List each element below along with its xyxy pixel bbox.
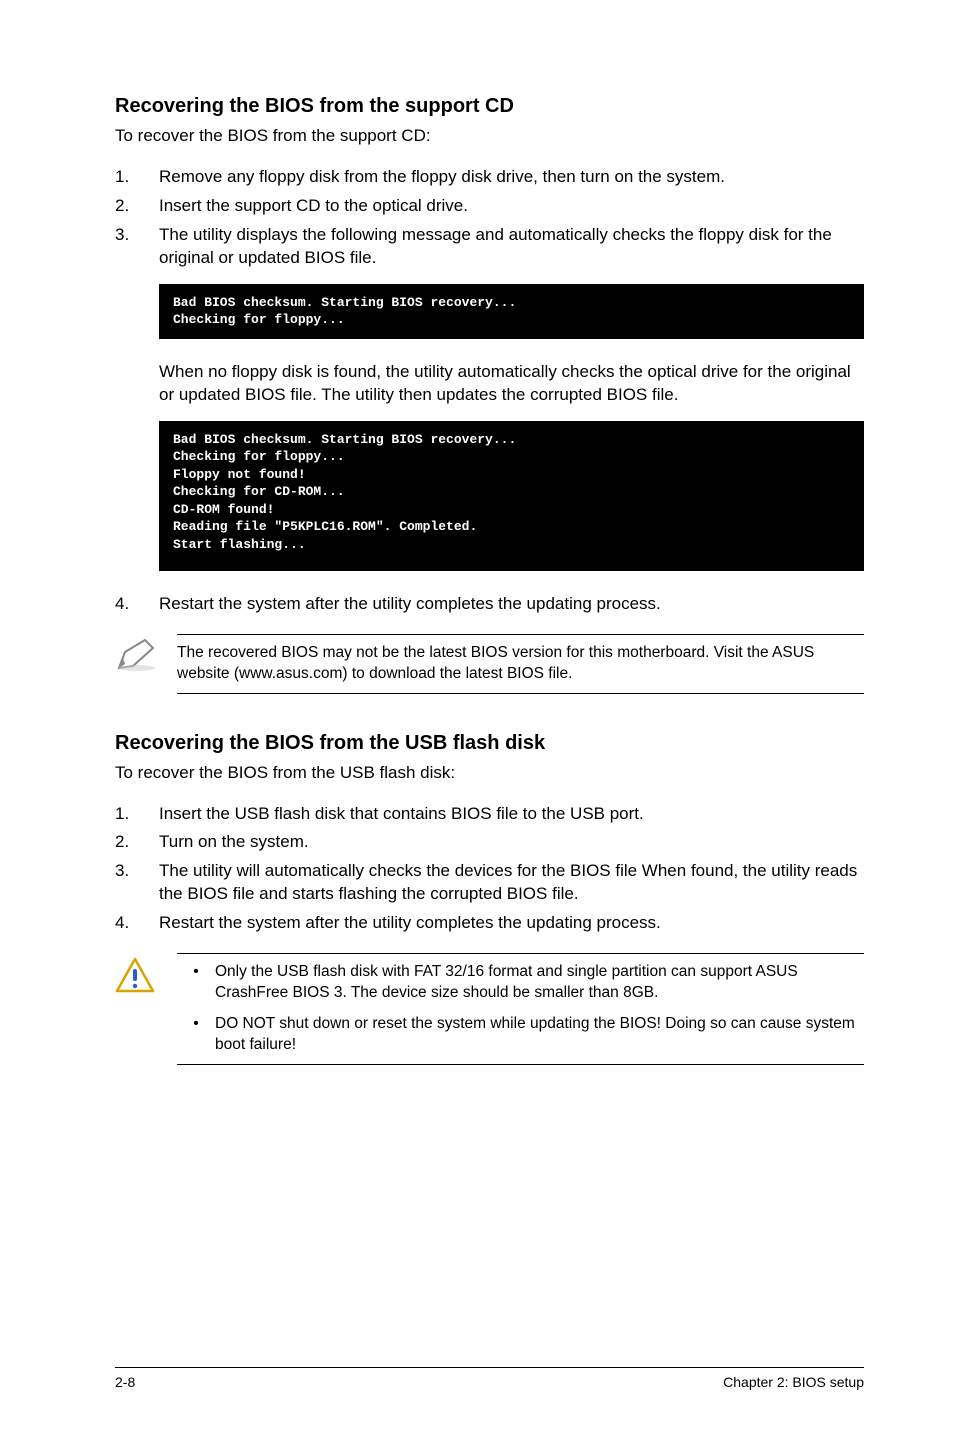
warning-item-2: • DO NOT shut down or reset the system w… bbox=[177, 1014, 864, 1056]
step-text: Insert the support CD to the optical dri… bbox=[159, 195, 864, 218]
step-4: 4. Restart the system after the utility … bbox=[115, 912, 864, 935]
terminal-output-2: Bad BIOS checksum. Starting BIOS recover… bbox=[159, 421, 864, 571]
step-text: The utility will automatically checks th… bbox=[159, 860, 864, 906]
step-2: 2. Turn on the system. bbox=[115, 831, 864, 854]
step-text: Restart the system after the utility com… bbox=[159, 912, 864, 935]
bullet-icon: • bbox=[177, 1014, 215, 1056]
step-text: Restart the system after the utility com… bbox=[159, 593, 864, 616]
warning-item-1: • Only the USB flash disk with FAT 32/16… bbox=[177, 962, 864, 1004]
steps-usb: 1. Insert the USB flash disk that contai… bbox=[115, 803, 864, 936]
step-number: 4. bbox=[115, 912, 159, 935]
terminal-output-1: Bad BIOS checksum. Starting BIOS recover… bbox=[159, 284, 864, 339]
paragraph-after-term1: When no floppy disk is found, the utilit… bbox=[159, 361, 864, 407]
step-number: 3. bbox=[115, 224, 159, 270]
step-text: The utility displays the following messa… bbox=[159, 224, 864, 270]
step-1: 1. Insert the USB flash disk that contai… bbox=[115, 803, 864, 826]
step-number: 2. bbox=[115, 195, 159, 218]
chapter-label: Chapter 2: BIOS setup bbox=[723, 1374, 864, 1390]
step-number: 2. bbox=[115, 831, 159, 854]
page-footer: 2-8 Chapter 2: BIOS setup bbox=[115, 1367, 864, 1390]
step-text: Turn on the system. bbox=[159, 831, 864, 854]
intro-cd: To recover the BIOS from the support CD: bbox=[115, 126, 864, 146]
step-2: 2. Insert the support CD to the optical … bbox=[115, 195, 864, 218]
warning-icon bbox=[115, 953, 177, 1000]
section-heading-cd: Recovering the BIOS from the support CD bbox=[115, 95, 864, 118]
note-text: The recovered BIOS may not be the latest… bbox=[177, 634, 864, 694]
warning-text: • Only the USB flash disk with FAT 32/16… bbox=[177, 953, 864, 1065]
warning-block: • Only the USB flash disk with FAT 32/16… bbox=[115, 953, 864, 1065]
note-block: The recovered BIOS may not be the latest… bbox=[115, 634, 864, 694]
step-4: 4. Restart the system after the utility … bbox=[115, 593, 864, 616]
bullet-icon: • bbox=[177, 962, 215, 1004]
warning-item-text: Only the USB flash disk with FAT 32/16 f… bbox=[215, 962, 864, 1004]
intro-usb: To recover the BIOS from the USB flash d… bbox=[115, 763, 864, 783]
steps-cd-1to3: 1. Remove any floppy disk from the flopp… bbox=[115, 166, 864, 270]
step-number: 3. bbox=[115, 860, 159, 906]
steps-cd-4: 4. Restart the system after the utility … bbox=[115, 593, 864, 616]
step-number: 1. bbox=[115, 166, 159, 189]
step-number: 1. bbox=[115, 803, 159, 826]
step-3: 3. The utility displays the following me… bbox=[115, 224, 864, 270]
step-3: 3. The utility will automatically checks… bbox=[115, 860, 864, 906]
step-number: 4. bbox=[115, 593, 159, 616]
pencil-icon bbox=[115, 634, 177, 677]
step-1: 1. Remove any floppy disk from the flopp… bbox=[115, 166, 864, 189]
warning-item-text: DO NOT shut down or reset the system whi… bbox=[215, 1014, 864, 1056]
step-text: Insert the USB flash disk that contains … bbox=[159, 803, 864, 826]
page-number: 2-8 bbox=[115, 1374, 135, 1390]
section-heading-usb: Recovering the BIOS from the USB flash d… bbox=[115, 732, 864, 755]
step-text: Remove any floppy disk from the floppy d… bbox=[159, 166, 864, 189]
